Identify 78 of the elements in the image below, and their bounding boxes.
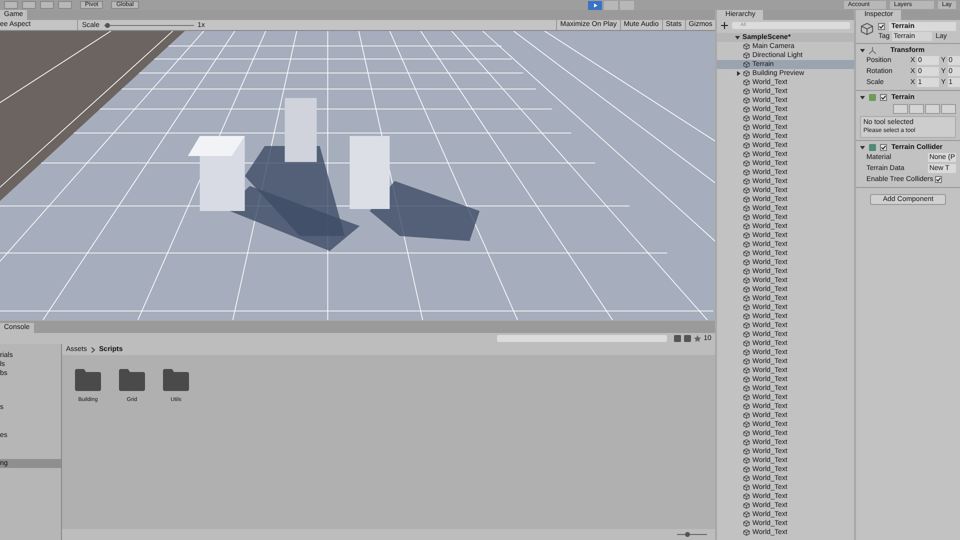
cube-icon [743,520,750,527]
cube-icon [743,232,750,239]
cube-icon [743,259,750,266]
cube-icon [743,97,750,104]
cube-icon [743,115,750,122]
folder-icon[interactable] [163,369,189,391]
cube-icon [743,88,750,95]
scale-slider[interactable] [104,22,194,28]
cube-icon [743,457,750,464]
expanded-arrow-icon[interactable] [735,35,740,40]
cube-icon [743,61,750,68]
cube-icon [743,430,750,437]
cube-icon [743,502,750,509]
cube-icon [743,52,750,59]
slider-thumb[interactable] [105,22,110,28]
cube-icon [743,295,750,302]
checkbox[interactable] [880,144,888,151]
cube-icon [743,43,750,50]
cube-icon [743,250,750,257]
expanded-arrow-icon[interactable] [860,48,866,53]
cube-icon [743,286,750,293]
cube-icon [743,349,750,356]
cube-icon [860,22,874,36]
folder-icon[interactable] [119,369,145,391]
add-icon[interactable] [721,22,728,29]
cube-icon [743,205,750,212]
cube-icon [743,394,750,401]
cube-icon [743,412,750,419]
cube-icon [743,475,750,482]
cube-icon [743,160,750,167]
cube-icon [743,421,750,428]
folder-icon[interactable] [75,369,101,391]
cube-icon [743,493,750,500]
play-button[interactable] [588,0,602,10]
checkbox[interactable] [935,176,942,183]
cube-icon [743,403,750,410]
cube-icon [743,529,750,536]
play-icon [592,2,598,8]
cube-icon [743,331,750,338]
cube-icon [743,277,750,284]
cube-icon [743,79,750,86]
cube-icon [743,70,750,77]
cube-icon [743,169,750,176]
cube-icon [743,268,750,275]
slider-thumb[interactable] [684,532,690,537]
checkbox[interactable] [880,94,888,101]
checkbox[interactable] [878,23,886,30]
expanded-arrow-icon[interactable] [860,145,866,150]
cube-icon [743,313,750,320]
cube-icon [743,214,750,221]
cube-icon [743,241,750,248]
chevron-icon [91,346,96,352]
cube-icon [743,106,750,113]
cube-icon [743,196,750,203]
cube-icon [743,376,750,383]
cube-icon [743,133,750,140]
cube-icon [743,367,750,374]
cube-icon [743,304,750,311]
cube-icon [743,511,750,518]
cube-icon [743,448,750,455]
cube-icon [743,178,750,185]
cube-icon [743,358,750,365]
cube-icon [743,322,750,329]
cube-icon [743,151,750,158]
transform-icon [869,47,876,54]
cube-icon [743,340,750,347]
cube-icon [743,385,750,392]
cube-icon [743,466,750,473]
search-field[interactable] [496,335,667,342]
expanded-arrow-icon[interactable] [860,95,866,100]
star-icon[interactable] [694,335,701,342]
collapsed-arrow-icon[interactable] [736,71,742,76]
cube-icon [743,223,750,230]
cube-icon [743,187,750,194]
cube-icon [743,142,750,149]
cube-icon [743,484,750,491]
cube-icon [743,124,750,131]
cube-icon [743,439,750,446]
